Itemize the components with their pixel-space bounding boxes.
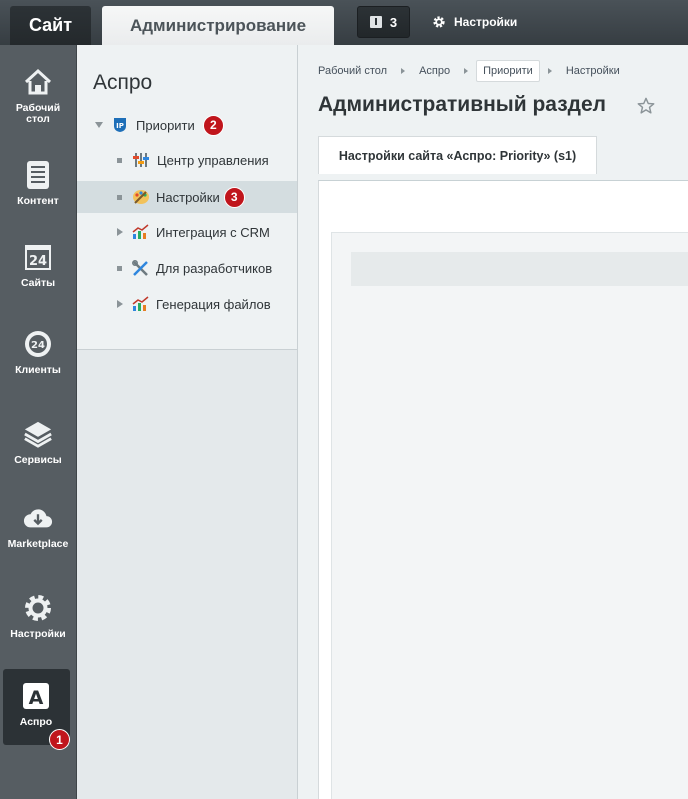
collapse-arrow-icon[interactable] [95, 122, 103, 128]
breadcrumb-separator-icon [401, 68, 406, 74]
menu-item-settings[interactable]: Настройки 3 [77, 181, 297, 213]
menu-item-priority[interactable]: IP Приорити 2 [77, 109, 297, 141]
step-badge-3: 3 [223, 186, 245, 208]
bullet-icon [117, 157, 122, 163]
svg-text:24: 24 [31, 340, 45, 351]
breadcrumb-separator-icon [547, 68, 552, 74]
gear-icon [433, 16, 445, 28]
menu-item-label: Рабочий стол [15, 102, 61, 125]
left-main-menu: Рабочий стол Контент 24 Сайты 24 Клиенты… [0, 45, 77, 799]
menu-item-developers[interactable]: Для разработчиков [77, 252, 297, 284]
main-content-area: Рабочий стол Аспро Приорити Настройки Ад… [298, 45, 688, 799]
document-icon [23, 160, 53, 190]
menu-item-label: Сервисы [14, 454, 62, 466]
layers-icon [23, 419, 53, 449]
menu-item-label: Контент [17, 195, 59, 207]
breadcrumb: Рабочий стол Аспро Приорити Настройки [318, 59, 620, 83]
menu-item-label: Клиенты [15, 364, 61, 376]
menu-item-clients[interactable]: 24 Клиенты [0, 329, 76, 376]
menu-item-content[interactable]: Контент [0, 160, 76, 207]
svg-text:A: A [29, 687, 44, 709]
home-icon [23, 67, 53, 97]
top-settings-button[interactable]: Настройки [432, 12, 517, 32]
aspro-a-icon: A [21, 681, 51, 711]
step-badge-2: 2 [202, 114, 224, 136]
menu-item-label: Интеграция с CRM [156, 224, 270, 240]
menu-item-label: Центр управления [157, 152, 269, 168]
svg-text:24: 24 [29, 254, 47, 269]
svg-text:IP: IP [116, 122, 124, 130]
secondary-menu-title: Аспро [93, 71, 153, 94]
menu-item-label: Сайты [20, 277, 56, 289]
menu-item-crm-integration[interactable]: Интеграция с CRM [77, 216, 297, 248]
clients-24-icon: 24 [23, 329, 53, 359]
breadcrumb-separator-icon [464, 68, 469, 74]
menu-item-control-center[interactable]: Центр управления [77, 144, 297, 176]
breadcrumb-item[interactable]: Аспро [419, 65, 450, 77]
tab-site-settings[interactable]: Настройки сайта «Аспро: Priority» (s1) [318, 136, 597, 174]
menu-item-aspro[interactable]: A Аспро [0, 681, 74, 728]
settings-inner-panel [331, 232, 688, 799]
step-badge-1: 1 [49, 729, 70, 750]
menu-item-label: Генерация файлов [156, 296, 271, 312]
menu-item-sites[interactable]: 24 Сайты [0, 242, 76, 289]
secondary-menu-panel: Аспро IP Приорити 2 Центр управления Нас… [77, 45, 297, 350]
notifications-button[interactable]: 3 [357, 6, 410, 38]
bullet-icon [117, 265, 122, 271]
menu-item-label: Аспро [19, 716, 53, 728]
palette-icon [133, 190, 149, 204]
tools-icon [132, 260, 148, 276]
top-bar: Сайт Администрирование 3 Настройки [0, 0, 688, 45]
notification-icon [369, 16, 382, 28]
menu-item-label: Marketplace [7, 538, 69, 550]
settings-header-bar [351, 252, 688, 286]
gear-icon [23, 593, 53, 623]
top-settings-label: Настройки [454, 15, 518, 29]
sliders-icon [133, 153, 149, 167]
menu-item-label: Для разработчиков [156, 260, 273, 276]
secondary-menu: Аспро IP Приорити 2 Центр управления Нас… [77, 45, 298, 799]
expand-arrow-icon[interactable] [117, 228, 123, 236]
bullet-icon [117, 194, 122, 200]
tab-site[interactable]: Сайт [10, 6, 91, 45]
menu-item-label: Настройки [10, 628, 66, 640]
breadcrumb-item-current[interactable]: Приорити [476, 60, 540, 82]
page-title: Административный раздел [318, 93, 607, 116]
expand-arrow-icon[interactable] [117, 300, 123, 308]
menu-item-services[interactable]: Сервисы [0, 419, 76, 466]
chart-icon [132, 224, 149, 239]
tab-administration[interactable]: Администрирование [102, 6, 334, 45]
breadcrumb-item[interactable]: Рабочий стол [318, 65, 387, 77]
menu-item-marketplace[interactable]: Marketplace [0, 503, 76, 550]
menu-item-desktop[interactable]: Рабочий стол [0, 67, 76, 125]
notifications-count: 3 [389, 14, 398, 30]
menu-item-file-generation[interactable]: Генерация файлов [77, 288, 297, 320]
favorite-star-icon[interactable] [637, 97, 655, 115]
breadcrumb-item[interactable]: Настройки [566, 65, 620, 77]
cloud-download-icon [23, 503, 53, 533]
calendar-24-icon: 24 [23, 242, 53, 272]
settings-content-panel [318, 180, 688, 799]
menu-item-label: Приорити [136, 117, 195, 133]
priority-logo-icon: IP [114, 118, 126, 132]
menu-item-settings[interactable]: Настройки [0, 593, 76, 640]
menu-item-label: Настройки [156, 189, 220, 205]
chart-icon [132, 296, 149, 311]
